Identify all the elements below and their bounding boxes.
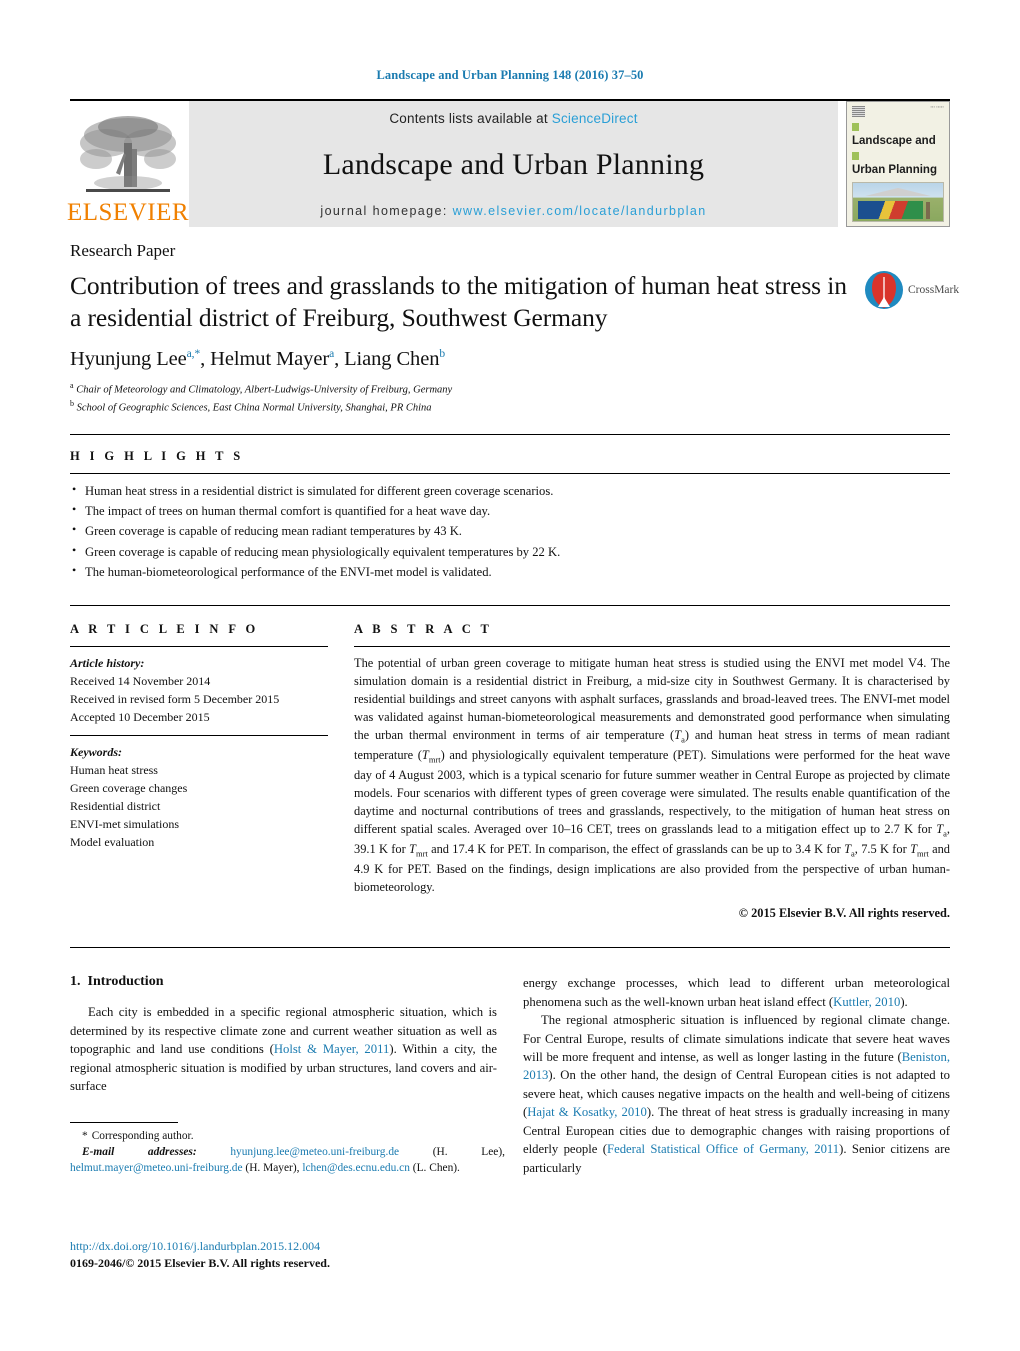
article-info-rule-1 bbox=[70, 645, 328, 647]
article-info-rule-2 bbox=[70, 734, 328, 736]
cover-masthead-text: ▪▪▪ ▪▪▪▪▪ bbox=[930, 105, 944, 109]
affiliation-text-b: School of Geographic Sciences, East Chin… bbox=[76, 402, 432, 414]
doi-block: http://dx.doi.org/10.1016/j.landurbplan.… bbox=[70, 1238, 530, 1273]
cover-title-line-2: Urban Planning bbox=[852, 164, 937, 177]
intro-paragraph-left: Each city is embedded in a specific regi… bbox=[70, 1005, 498, 1093]
highlights-rule bbox=[70, 472, 950, 474]
article-info-heading: A R T I C L E I N F O bbox=[70, 621, 259, 636]
crossmark-badge[interactable]: CrossMark bbox=[864, 267, 959, 313]
corresponding-author-text: Corresponding author. bbox=[91, 1130, 194, 1142]
cover-post bbox=[925, 201, 931, 219]
cover-green-bar-icon-2 bbox=[852, 151, 859, 160]
cover-elsevier-icon bbox=[852, 106, 865, 117]
list-item: Human heat stress in a residential distr… bbox=[70, 480, 950, 501]
highlights-section: H I G H L I G H T S Human heat stress in… bbox=[70, 449, 950, 583]
keyword-item: Model evaluation bbox=[70, 834, 155, 849]
article-info-abstract-section: A R T I C L E I N F O Article history: R… bbox=[70, 604, 950, 921]
article-history-revised: Received in revised form 5 December 2015 bbox=[70, 691, 280, 706]
highlights-list: Human heat stress in a residential distr… bbox=[70, 480, 950, 583]
affiliation-marker-b: b bbox=[70, 398, 74, 408]
article-title-block: Research Paper Contribution of trees and… bbox=[70, 241, 959, 416]
journal-homepage-line: journal homepage: www.elsevier.com/locat… bbox=[189, 204, 838, 218]
running-head: Landscape and Urban Planning 148 (2016) … bbox=[376, 68, 644, 82]
asterisk-icon: * bbox=[82, 1130, 88, 1142]
journal-title: Landscape and Urban Planning bbox=[322, 148, 705, 181]
list-item: The human-biometeorological performance … bbox=[70, 561, 950, 582]
intro-paragraph-right-2: The regional atmospheric situation is in… bbox=[523, 1013, 951, 1175]
section-title: Introduction bbox=[87, 974, 164, 990]
contents-list-line: Contents lists available at ScienceDirec… bbox=[189, 111, 838, 126]
journal-article-page: Landscape and Urban Planning 148 (2016) … bbox=[0, 0, 1020, 1351]
affiliation-list: a Chair of Meteorology and Climatology, … bbox=[70, 380, 950, 415]
contents-prefix: Contents lists available at bbox=[389, 111, 552, 126]
cover-title-line-1: Landscape and bbox=[852, 135, 936, 148]
footnote-block: * Corresponding author. E-mail addresses:… bbox=[70, 1122, 505, 1177]
list-item: Green coverage is capable of reducing me… bbox=[70, 541, 950, 562]
article-type-label: Research Paper bbox=[70, 241, 176, 260]
journal-masthead: ELSEVIER Contents lists available at Sci… bbox=[66, 99, 950, 227]
affiliation-marker-a: a bbox=[70, 381, 74, 391]
section-heading-introduction: 1. Introduction bbox=[70, 974, 497, 990]
body-column-right: energy exchange processes, which lead to… bbox=[523, 974, 950, 1177]
crossmark-label: CrossMark bbox=[908, 284, 960, 296]
email-label: E-mail addresses: bbox=[82, 1146, 197, 1159]
intro-paragraph-right-1: energy exchange processes, which lead to… bbox=[523, 976, 950, 1009]
masthead-center-panel: Contents lists available at ScienceDirec… bbox=[189, 101, 838, 227]
keyword-item: ENVI-met simulations bbox=[70, 816, 179, 831]
body-top-rule bbox=[70, 947, 950, 949]
email-addresses-note: E-mail addresses: hyunjung.lee@meteo.uni… bbox=[70, 1144, 505, 1176]
journal-homepage-link[interactable]: www.elsevier.com/locate/landurbplan bbox=[453, 204, 707, 218]
elsevier-wordmark: ELSEVIER bbox=[66, 199, 190, 226]
affiliation-b: b School of Geographic Sciences, East Ch… bbox=[70, 398, 950, 416]
elsevier-tree-icon bbox=[80, 116, 176, 192]
highlights-heading: H I G H L I G H T S bbox=[70, 448, 244, 463]
homepage-prefix: journal homepage: bbox=[320, 204, 453, 218]
crossmark-icon bbox=[865, 271, 903, 309]
elsevier-logo: ELSEVIER bbox=[66, 101, 190, 227]
abstract-text: The potential of urban green coverage to… bbox=[354, 655, 950, 895]
cover-pavilion-roof bbox=[863, 187, 933, 197]
author-list: Hyunjung Leea,*, Helmut Mayera, Liang Ch… bbox=[70, 348, 445, 371]
article-history-received: Received 14 November 2014 bbox=[70, 673, 211, 688]
sciencedirect-link[interactable]: ScienceDirect bbox=[552, 111, 638, 126]
section-number: 1. bbox=[70, 974, 81, 990]
article-history-accepted: Accepted 10 December 2015 bbox=[70, 709, 210, 724]
keywords-label: Keywords: bbox=[70, 744, 122, 759]
cover-photo bbox=[852, 181, 944, 222]
article-history-label: Article history: bbox=[70, 655, 145, 670]
list-item: Green coverage is capable of reducing me… bbox=[70, 520, 950, 541]
keyword-item: Residential district bbox=[70, 798, 161, 813]
list-item: The impact of trees on human thermal com… bbox=[70, 500, 950, 521]
affiliation-text-a: Chair of Meteorology and Climatology, Al… bbox=[76, 384, 453, 396]
cover-topbar: ▪▪▪ ▪▪▪▪▪ bbox=[852, 105, 944, 117]
cover-title: Landscape and Urban Planning bbox=[852, 120, 944, 178]
abstract-copyright: © 2015 Elsevier B.V. All rights reserved… bbox=[738, 906, 950, 921]
keyword-item: Green coverage changes bbox=[70, 780, 188, 795]
affiliation-a: a Chair of Meteorology and Climatology, … bbox=[70, 380, 950, 398]
abstract-heading: A B S T R A C T bbox=[354, 621, 493, 636]
article-info-column: A R T I C L E I N F O Article history: R… bbox=[70, 622, 328, 921]
footnote-rule bbox=[70, 1122, 178, 1123]
abstract-column: A B S T R A C T The potential of urban g… bbox=[354, 622, 950, 921]
doi-link[interactable]: http://dx.doi.org/10.1016/j.landurbplan.… bbox=[70, 1238, 530, 1255]
keyword-item: Human heat stress bbox=[70, 762, 158, 777]
page-title: Contribution of trees and grasslands to … bbox=[70, 271, 847, 333]
highlights-top-rule bbox=[70, 433, 950, 435]
abstract-rule bbox=[354, 645, 950, 647]
issn-copyright: 0169-2046/© 2015 Elsevier B.V. All right… bbox=[70, 1256, 330, 1271]
cover-green-bar-icon bbox=[852, 123, 859, 131]
corresponding-author-note: * Corresponding author. bbox=[70, 1128, 505, 1144]
journal-cover-thumbnail: ▪▪▪ ▪▪▪▪▪ Landscape and Urban Planning bbox=[846, 101, 950, 227]
cover-mural bbox=[858, 201, 924, 219]
